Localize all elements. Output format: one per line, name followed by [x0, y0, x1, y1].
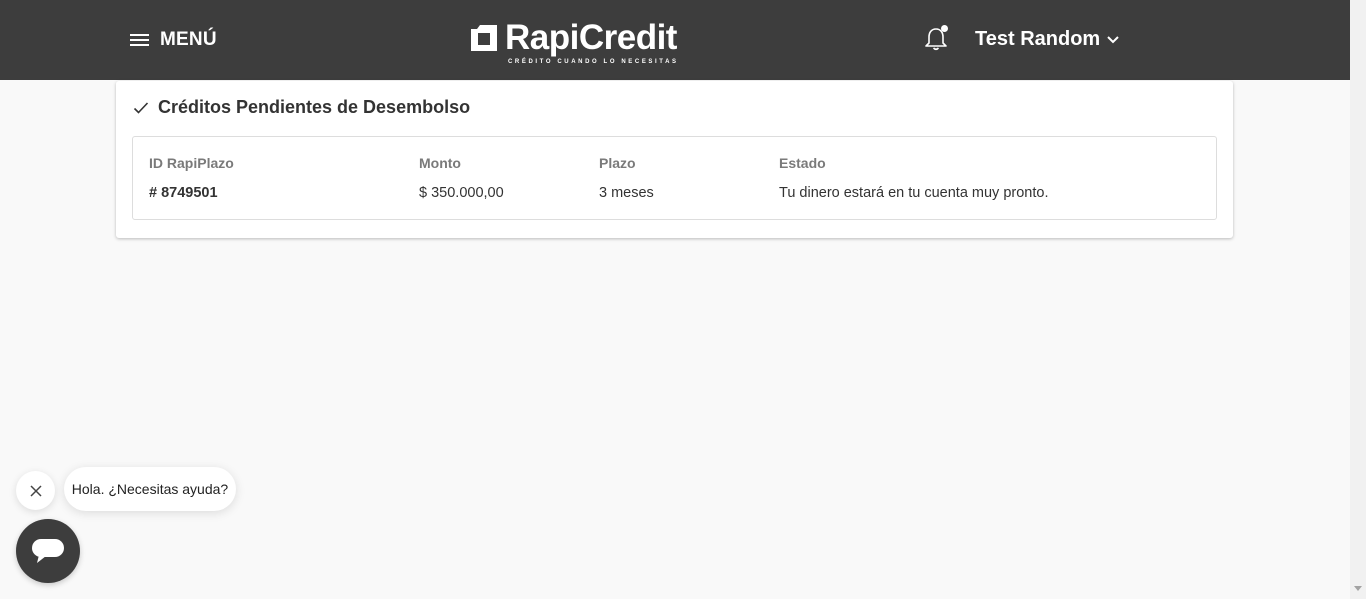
chat-close-button[interactable] — [16, 471, 55, 510]
top-header: MENÚ RapiCredit CRÉDITO CUANDO LO NECESI… — [0, 0, 1350, 80]
logo-icon — [471, 25, 497, 51]
term-header: Plazo — [599, 155, 636, 171]
status-header: Estado — [779, 155, 826, 171]
amount-value: $ 350.000,00 — [419, 185, 504, 201]
chat-greeting-text: Hola. ¿Necesitas ayuda? — [71, 481, 229, 497]
notifications-button[interactable] — [923, 24, 951, 52]
col-amount: Monto $ 350.000,00 — [419, 155, 504, 201]
brand-logo[interactable]: RapiCredit CRÉDITO CUANDO LO NECESITAS — [471, 20, 691, 70]
hamburger-icon — [130, 34, 149, 46]
id-value: # 8749501 — [149, 185, 218, 201]
term-value: 3 meses — [599, 185, 654, 201]
page-scrollbar[interactable] — [1350, 0, 1366, 599]
chat-greeting-bubble[interactable]: Hola. ¿Necesitas ayuda? — [64, 467, 236, 511]
card-header: Créditos Pendientes de Desembolso — [133, 97, 470, 118]
col-id: ID RapiPlazo # 8749501 — [149, 155, 234, 201]
user-menu[interactable]: Test Random — [975, 28, 1120, 51]
logo-tagline: CRÉDITO CUANDO LO NECESITAS — [508, 59, 679, 65]
page: MENÚ RapiCredit CRÉDITO CUANDO LO NECESI… — [0, 0, 1366, 599]
col-term: Plazo 3 meses — [599, 155, 654, 201]
chevron-down-icon — [1107, 35, 1119, 43]
card-title: Créditos Pendientes de Desembolso — [158, 97, 471, 117]
chat-launcher-button[interactable] — [16, 519, 80, 583]
amount-header: Monto — [419, 155, 461, 171]
close-icon — [29, 484, 42, 497]
chat-icon — [32, 539, 64, 563]
id-header: ID RapiPlazo — [149, 155, 234, 171]
col-status: Estado Tu dinero estará en tu cuenta muy… — [779, 155, 1048, 201]
scroll-down-arrow[interactable] — [1354, 586, 1362, 591]
menu-label: MENÚ — [160, 29, 217, 50]
menu-button[interactable]: MENÚ — [130, 27, 217, 53]
bell-icon — [925, 25, 948, 51]
check-icon — [133, 101, 149, 114]
logo-wordmark: RapiCredit — [505, 18, 677, 57]
credit-row: ID RapiPlazo # 8749501 Monto $ 350.000,0… — [132, 136, 1217, 220]
status-value: Tu dinero estará en tu cuenta muy pronto… — [779, 185, 1049, 201]
user-name: Test Random — [975, 28, 1101, 50]
pending-credits-card: Créditos Pendientes de Desembolso ID Rap… — [116, 81, 1233, 238]
